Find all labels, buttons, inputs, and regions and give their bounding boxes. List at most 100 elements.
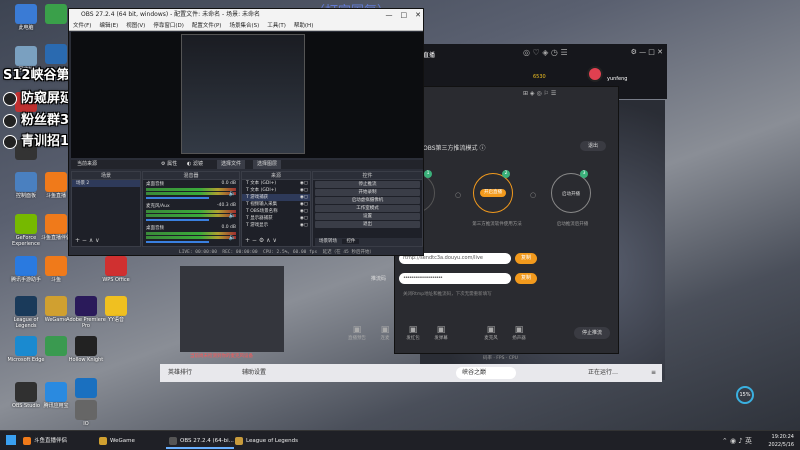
- obs-menu-item[interactable]: 视图(V): [126, 23, 145, 29]
- source-item[interactable]: T 文本 (GDI+) ◉▢: [242, 180, 310, 187]
- source-name: 游戏显示: [250, 223, 269, 228]
- window-controls[interactable]: ⚙ — □ ✕: [631, 48, 663, 56]
- obs-menu-item[interactable]: 编辑(E): [99, 23, 118, 29]
- delay-status: 延迟（在 45 秒后开始）: [322, 250, 374, 255]
- sources-panel: 来源 T 文本 (GDI+) ◉▢ T 文本 (GDI+) ◉▢ T 游戏捕获 ◉▢ T 视…: [241, 171, 311, 247]
- filters-button[interactable]: ◐ 滤镜: [187, 160, 203, 169]
- tool-button[interactable]: ▣ 扬声器: [507, 325, 531, 341]
- app-icon: [75, 400, 97, 420]
- windows-start-icon[interactable]: [6, 435, 16, 445]
- desktop-icon[interactable]: Hollow Knight: [66, 336, 106, 364]
- mixer-header: 混音器: [143, 172, 239, 180]
- visibility-icon[interactable]: ◉▢: [300, 194, 308, 201]
- tab-transitions[interactable]: 场景转场: [315, 239, 341, 244]
- sources-header: 来源: [242, 172, 310, 180]
- visibility-icon[interactable]: ◉▢: [300, 215, 308, 222]
- taskbar-app[interactable]: WeGame: [96, 433, 135, 449]
- visibility-icon[interactable]: ◉▢: [300, 187, 308, 194]
- app-icon: [45, 336, 67, 356]
- tab-controls[interactable]: 控件: [342, 239, 360, 244]
- tool-button[interactable]: ▣ 直播预告: [345, 325, 369, 341]
- obs-menu-item[interactable]: 文件(F): [73, 23, 91, 29]
- exit-button[interactable]: 退出: [580, 141, 606, 151]
- visibility-icon[interactable]: ◉▢: [300, 201, 308, 208]
- volume-slider[interactable]: [146, 241, 209, 243]
- server-select[interactable]: 峡谷之巅: [456, 367, 517, 379]
- team-icon: [3, 134, 17, 149]
- copy-rtmp-button[interactable]: 复制: [515, 253, 537, 264]
- desktop-icon[interactable]: [66, 378, 106, 400]
- control-button[interactable]: 退出: [315, 221, 420, 228]
- control-button[interactable]: 开始录制: [315, 189, 420, 196]
- speaker-icon[interactable]: 🔈: [229, 190, 236, 197]
- obs-menu-item[interactable]: 帮助(H): [294, 23, 313, 29]
- clock[interactable]: 19:20:24 2022/5/16: [768, 433, 794, 449]
- taskbar-app[interactable]: OBS 27.2.4 (64-bi...: [166, 433, 234, 449]
- tray-icons[interactable]: ⌃ ◉ ♪ 英: [722, 436, 752, 446]
- properties-button[interactable]: ⚙ 属性: [161, 160, 177, 169]
- tab-live[interactable]: 直播: [423, 50, 435, 59]
- visibility-icon[interactable]: ◉▢: [300, 222, 308, 229]
- visibility-icon[interactable]: ◉▢: [300, 180, 308, 187]
- tool-button[interactable]: ▣ 连麦: [373, 325, 397, 341]
- source-item[interactable]: T OBS场景名称 ◉▢: [242, 208, 310, 215]
- obs-menu-item[interactable]: 停靠窗口(D): [153, 23, 184, 29]
- footer-stats: 码率 · FPS · CPU: [483, 356, 518, 361]
- volume-slider[interactable]: [146, 219, 209, 221]
- scene-add-remove[interactable]: + − ∧ ∨: [75, 237, 100, 244]
- visibility-icon[interactable]: ◉▢: [300, 208, 308, 215]
- menu-icon[interactable]: ≡: [651, 364, 656, 382]
- track-db: 0.0 dB: [221, 225, 236, 230]
- tool-button[interactable]: ▣ 麦克风: [479, 325, 503, 341]
- app-icon: [45, 44, 67, 64]
- obs-menu-item[interactable]: 配置文件(P): [192, 23, 222, 29]
- control-button[interactable]: 停止推流: [315, 181, 420, 188]
- stream-code-field[interactable]: ••••••••••••••••••••: [399, 273, 511, 284]
- app-icon: [45, 214, 67, 234]
- source-item[interactable]: T 显示器捕获 ◉▢: [242, 215, 310, 222]
- source-item[interactable]: T 视频输入采集 ◉▢: [242, 201, 310, 208]
- source-item[interactable]: T 文本 (GDI+) ◉▢: [242, 187, 310, 194]
- mixer-track: 桌面音频 0.0 dB 🔈: [143, 180, 239, 202]
- taskbar-app[interactable]: League of Legends: [232, 433, 298, 449]
- source-name: 显示器捕获: [250, 216, 273, 221]
- control-button[interactable]: 设置: [315, 213, 420, 220]
- obs-menu-item[interactable]: 工具(T): [267, 23, 286, 29]
- hero-ranking[interactable]: 英雄排行: [168, 364, 192, 382]
- desktop-icon[interactable]: YY语音: [96, 296, 136, 324]
- app-icon: [15, 46, 37, 66]
- select-file-button[interactable]: 选择文件: [217, 160, 246, 169]
- volume-slider[interactable]: [146, 197, 209, 199]
- control-button[interactable]: 启动虚拟摄像机: [315, 197, 420, 204]
- app-icon: [45, 382, 67, 402]
- source-item[interactable]: T 游戏捕获 ◉▢: [242, 194, 310, 201]
- source-name: OBS场景名称: [250, 209, 278, 214]
- copy-code-button[interactable]: 复制: [515, 273, 537, 284]
- tool-button[interactable]: ▣ 发弹幕: [429, 325, 453, 341]
- source-item[interactable]: T 游戏显示 ◉▢: [242, 222, 310, 229]
- taskbar-app-icon: [23, 437, 31, 445]
- desktop-icon-label: 斗鱼: [50, 277, 61, 283]
- obs-menu-item[interactable]: 场景集合(S): [229, 23, 259, 29]
- scene-item[interactable]: 场景 2: [72, 180, 140, 187]
- help-icon[interactable]: ⓘ: [479, 145, 485, 152]
- app-icon: [15, 382, 37, 402]
- desktop-icon[interactable]: WPS Office: [96, 256, 136, 284]
- stop-stream-button[interactable]: 停止推流: [574, 327, 610, 339]
- desktop-icon[interactable]: 斗鱼: [36, 256, 76, 284]
- source-add-remove[interactable]: + − ⚙ ∧ ∨: [245, 237, 277, 244]
- tool-button[interactable]: ▣ 发红包: [401, 325, 425, 341]
- speaker-icon[interactable]: 🔈: [229, 212, 236, 219]
- tool-icon: ▣: [514, 325, 524, 335]
- app-icon: [45, 4, 67, 24]
- obs-window-controls[interactable]: — □ ✕: [378, 9, 422, 21]
- assist-settings[interactable]: 辅助设置: [242, 364, 266, 382]
- app-icon: [15, 336, 37, 356]
- taskbar-app[interactable]: 斗鱼直播伴侣: [20, 433, 67, 449]
- control-button[interactable]: 工作室模式: [315, 205, 420, 212]
- tool-icon: ▣: [408, 325, 418, 335]
- avatar[interactable]: [587, 66, 603, 82]
- speaker-icon[interactable]: 🔈: [229, 234, 236, 241]
- desktop-icon[interactable]: IO: [66, 400, 106, 428]
- select-layer-button[interactable]: 选择图层: [253, 160, 282, 169]
